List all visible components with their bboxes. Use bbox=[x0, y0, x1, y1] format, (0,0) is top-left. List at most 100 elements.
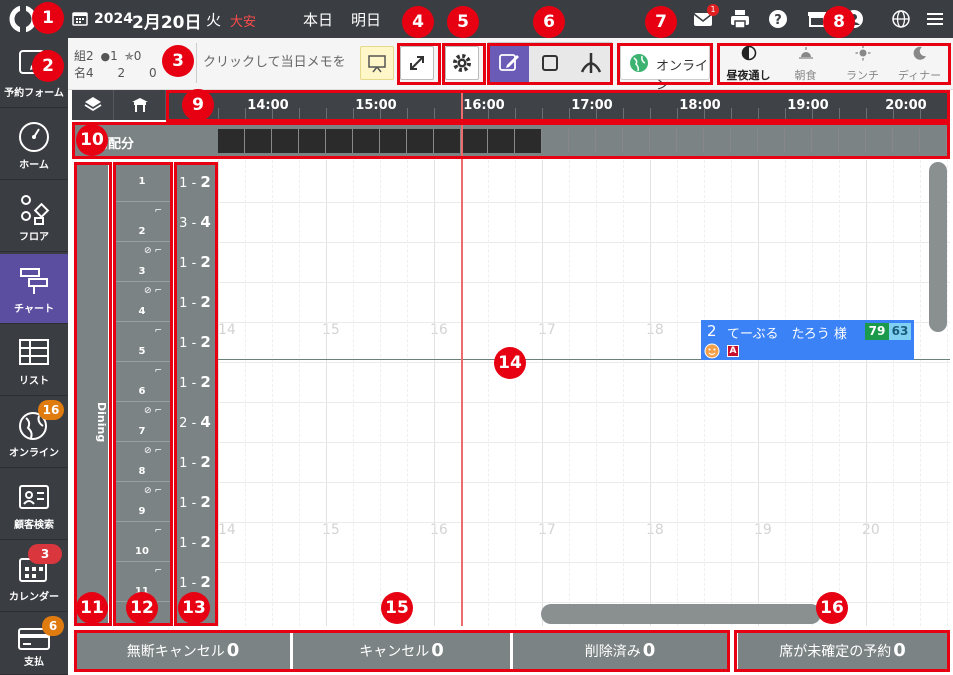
table-row-header[interactable]: ⊘ ⌐ 3 bbox=[114, 242, 170, 282]
select-mode-button[interactable] bbox=[530, 43, 570, 83]
unassigned-button[interactable]: 席が未確定の予約 0 bbox=[738, 633, 947, 669]
allocation-cell[interactable] bbox=[704, 129, 731, 153]
allocation-cell[interactable] bbox=[677, 129, 704, 153]
marker-11: 11 bbox=[76, 592, 108, 624]
split-mode-button[interactable] bbox=[571, 43, 611, 83]
nav-item-chart[interactable]: チャート bbox=[0, 254, 68, 324]
allocation-cell[interactable] bbox=[596, 129, 623, 153]
area-label-dining[interactable]: Dining bbox=[76, 162, 108, 626]
table-row-header[interactable]: ⊘ ⌐ 8 bbox=[114, 442, 170, 482]
table-row-header[interactable]: ⌐ 5 bbox=[114, 322, 170, 362]
allocation-cell[interactable] bbox=[866, 129, 893, 153]
allocation-cell[interactable] bbox=[785, 129, 812, 153]
menu-icon[interactable] bbox=[924, 8, 946, 30]
allocation-cell[interactable] bbox=[812, 129, 839, 153]
table-row-header[interactable]: 1 bbox=[114, 162, 170, 202]
allocation-cell[interactable] bbox=[380, 129, 407, 153]
current-year[interactable]: 2024 bbox=[94, 11, 133, 27]
capacity-max: 2 bbox=[200, 333, 211, 351]
edit-mode-button[interactable] bbox=[489, 43, 529, 83]
calendar-icon[interactable] bbox=[72, 10, 88, 26]
allocation-cell[interactable] bbox=[218, 129, 245, 153]
current-date[interactable]: 2月20日 bbox=[132, 8, 202, 33]
help-icon[interactable]: ? bbox=[767, 8, 789, 30]
table-capacity: 1 - 2 bbox=[174, 482, 216, 522]
ghost-hour-label: 14 bbox=[218, 322, 236, 338]
allocation-cell[interactable] bbox=[623, 129, 650, 153]
rokuyo-label: 大安 bbox=[230, 15, 257, 30]
allocation-cell[interactable] bbox=[353, 129, 380, 153]
settings-button[interactable] bbox=[445, 46, 479, 80]
nav-item-online[interactable]: 16 オンライン bbox=[0, 398, 68, 468]
reservation-people: 2 bbox=[707, 322, 717, 340]
table-row-header[interactable]: ⊘ ⌐ 4 bbox=[114, 282, 170, 322]
allocation-cell[interactable] bbox=[245, 129, 272, 153]
allocation-cell[interactable] bbox=[650, 129, 677, 153]
daily-memo-input[interactable]: クリックして当日メモを入力 bbox=[196, 43, 358, 110]
presentation-button[interactable] bbox=[360, 46, 394, 80]
capacity-max: 2 bbox=[200, 253, 211, 271]
quarter-hour-tick bbox=[623, 108, 624, 120]
allocation-cell[interactable] bbox=[461, 129, 488, 153]
nav-item-customer-search[interactable]: 顧客検索 bbox=[0, 470, 68, 540]
horizontal-scrollbar[interactable] bbox=[541, 604, 821, 624]
timeline-grid[interactable]: 14 15 16 17 18 19 20 14 15 16 17 18 19 2… bbox=[218, 160, 950, 626]
allocation-cell[interactable] bbox=[488, 129, 515, 153]
table-row-header[interactable]: ⌐ 2 bbox=[114, 202, 170, 242]
allocation-cell[interactable] bbox=[839, 129, 866, 153]
layers-button[interactable] bbox=[72, 90, 114, 120]
allocation-cell[interactable] bbox=[920, 129, 947, 153]
noshow-cancel-button[interactable]: 無断キャンセル 0 bbox=[76, 633, 290, 669]
allocation-cell[interactable] bbox=[434, 129, 461, 153]
printer-icon[interactable] bbox=[729, 8, 751, 30]
allocation-cell[interactable] bbox=[515, 129, 542, 153]
meal-label: 昼夜通し bbox=[726, 69, 771, 82]
meal-breakfast-button[interactable]: 朝食 bbox=[777, 42, 834, 84]
deleted-button[interactable]: 削除済み 0 bbox=[513, 633, 727, 669]
walkin-groups-value: 0 bbox=[133, 49, 142, 63]
area-name: Dining bbox=[95, 401, 108, 443]
allocation-cell[interactable] bbox=[731, 129, 758, 153]
allocation-cell[interactable] bbox=[893, 129, 920, 153]
seat-type-button[interactable] bbox=[114, 90, 166, 120]
today-button[interactable]: 本日 bbox=[303, 9, 333, 30]
meal-lunch-button[interactable]: ランチ bbox=[834, 42, 891, 84]
table-row-header[interactable]: ⌐ 10 bbox=[114, 522, 170, 562]
allocation-cell[interactable] bbox=[407, 129, 434, 153]
hour-label: 18:00 bbox=[679, 98, 721, 113]
allocation-cell[interactable] bbox=[326, 129, 353, 153]
marker-12: 12 bbox=[126, 592, 158, 624]
allocation-cell[interactable] bbox=[569, 129, 596, 153]
reservation-block[interactable]: 2 てーぶる たろう 様 79 63 A bbox=[701, 320, 914, 360]
table-row-header[interactable]: ⊘ ⌐ 9 bbox=[114, 482, 170, 522]
nav-item-floor[interactable]: フロア bbox=[0, 182, 68, 252]
allocation-cell[interactable] bbox=[272, 129, 299, 153]
cancel-button[interactable]: キャンセル 0 bbox=[293, 633, 510, 669]
table-row-header[interactable]: ⌐ 6 bbox=[114, 362, 170, 402]
vertical-scrollbar[interactable] bbox=[929, 162, 947, 332]
allocation-cell[interactable] bbox=[299, 129, 326, 153]
nav-item-calendar[interactable]: 3 カレンダー bbox=[0, 542, 68, 612]
nav-item-home[interactable]: ホーム bbox=[0, 110, 68, 180]
allocation-row[interactable]: 予約配分 bbox=[72, 125, 950, 157]
unassigned-count: 0 bbox=[893, 640, 906, 661]
grid-vertical-line bbox=[947, 160, 948, 626]
allocation-cell[interactable] bbox=[542, 129, 569, 153]
meal-dinner-button[interactable]: ディナー bbox=[891, 42, 948, 84]
edit-icon bbox=[499, 54, 519, 71]
meal-all-day-button[interactable]: 昼夜通し bbox=[720, 42, 777, 84]
grid-vertical-line bbox=[353, 160, 354, 626]
table-row-header[interactable]: ⊘ ⌐ 7 bbox=[114, 402, 170, 442]
nav-item-list[interactable]: リスト bbox=[0, 326, 68, 396]
seat-attribute-icons: ⌐ bbox=[154, 566, 162, 576]
marker-8: 8 bbox=[823, 6, 855, 38]
online-toggle-button[interactable]: オンライン bbox=[620, 44, 710, 93]
online-people-value: 2 bbox=[117, 66, 126, 80]
allocation-cell[interactable] bbox=[758, 129, 785, 153]
table-capacity: 1 - 2 bbox=[174, 322, 216, 362]
nav-label: 顧客検索 bbox=[14, 520, 54, 531]
globe-icon[interactable] bbox=[890, 8, 912, 30]
expand-button[interactable] bbox=[400, 46, 434, 80]
tomorrow-button[interactable]: 明日 bbox=[351, 9, 381, 30]
nav-item-payment[interactable]: 6 支払 bbox=[0, 614, 68, 675]
